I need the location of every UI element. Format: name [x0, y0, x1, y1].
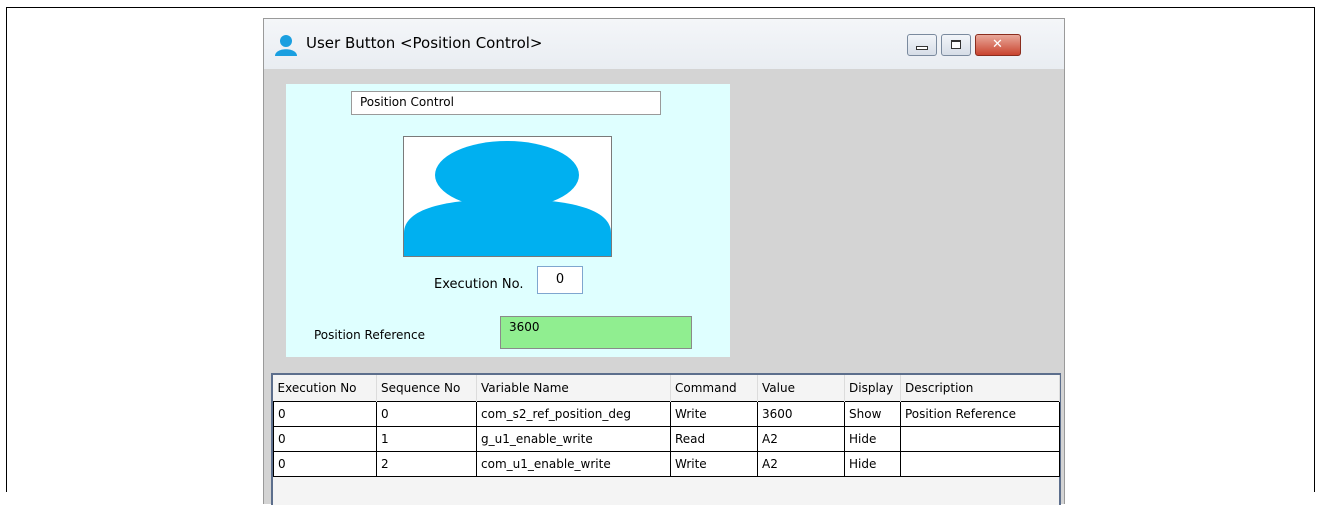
header-command[interactable]: Command	[670, 375, 758, 402]
button-image[interactable]	[403, 136, 612, 257]
cell-variable-name[interactable]: g_u1_enable_write	[476, 426, 671, 452]
close-button[interactable]: ✕	[975, 34, 1021, 56]
minimize-button[interactable]	[907, 34, 937, 56]
cell-description[interactable]	[900, 451, 1060, 477]
button-name-field[interactable]: Position Control	[351, 91, 661, 115]
user-button-panel: Position Control Execution No. 0 Positio…	[286, 84, 730, 357]
header-value[interactable]: Value	[757, 375, 845, 402]
cell-sequence-no[interactable]: 0	[376, 401, 477, 427]
table-row[interactable]: 0 2 com_u1_enable_write Write A2 Hide	[273, 451, 1060, 477]
cell-variable-name[interactable]: com_u1_enable_write	[476, 451, 671, 477]
maximize-icon	[951, 40, 961, 49]
user-button-window: User Button <Position Control> ✕ Positio…	[263, 18, 1065, 505]
execution-no-label: Execution No.	[434, 277, 524, 292]
cell-variable-name[interactable]: com_s2_ref_position_deg	[476, 401, 671, 427]
user-icon	[275, 35, 297, 56]
cell-value[interactable]: 3600	[757, 401, 845, 427]
cell-execution-no[interactable]: 0	[273, 451, 377, 477]
maximize-button[interactable]	[941, 34, 971, 56]
cell-description[interactable]: Position Reference	[900, 401, 1060, 427]
table-header-row: Execution No Sequence No Variable Name C…	[273, 375, 1060, 402]
cell-display[interactable]: Show	[844, 401, 901, 427]
cell-description[interactable]	[900, 426, 1060, 452]
close-icon: ✕	[992, 37, 1003, 52]
minimize-icon	[916, 46, 928, 50]
execution-no-field[interactable]: 0	[537, 266, 583, 294]
cell-sequence-no[interactable]: 2	[376, 451, 477, 477]
cell-value[interactable]: A2	[757, 451, 845, 477]
title-bar[interactable]: User Button <Position Control> ✕	[264, 19, 1064, 69]
cell-display[interactable]: Hide	[844, 426, 901, 452]
header-display[interactable]: Display	[844, 375, 901, 402]
cell-display[interactable]: Hide	[844, 451, 901, 477]
header-variable-name[interactable]: Variable Name	[476, 375, 671, 402]
header-sequence-no[interactable]: Sequence No	[376, 375, 477, 402]
cell-command[interactable]: Write	[670, 401, 758, 427]
cell-command[interactable]: Write	[670, 451, 758, 477]
cell-command[interactable]: Read	[670, 426, 758, 452]
table-row[interactable]: 0 1 g_u1_enable_write Read A2 Hide	[273, 426, 1060, 452]
position-reference-label: Position Reference	[314, 328, 425, 342]
cell-value[interactable]: A2	[757, 426, 845, 452]
user-avatar-icon	[404, 141, 611, 256]
position-reference-field[interactable]: 3600	[500, 316, 692, 349]
header-description[interactable]: Description	[900, 375, 1060, 402]
command-table: Execution No Sequence No Variable Name C…	[271, 373, 1061, 505]
table-row[interactable]: 0 0 com_s2_ref_position_deg Write 3600 S…	[273, 401, 1060, 427]
cell-execution-no[interactable]: 0	[273, 401, 377, 427]
window-title: User Button <Position Control>	[306, 34, 543, 52]
cell-sequence-no[interactable]: 1	[376, 426, 477, 452]
cell-execution-no[interactable]: 0	[273, 426, 377, 452]
header-execution-no[interactable]: Execution No	[273, 375, 377, 402]
